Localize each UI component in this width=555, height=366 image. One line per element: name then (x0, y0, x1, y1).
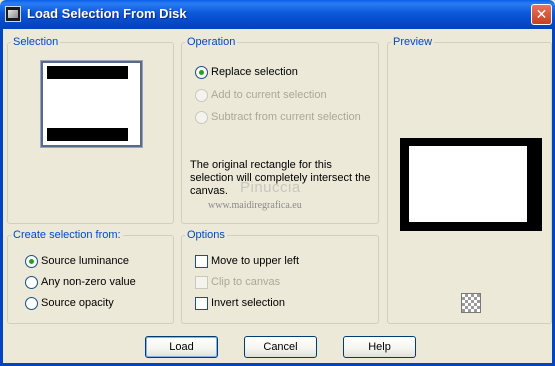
clip-to-canvas-checkbox[interactable] (195, 276, 208, 289)
source-luminance-label[interactable]: Source luminance (41, 255, 129, 268)
options-legend: Options (187, 229, 225, 241)
operation-legend: Operation (187, 36, 236, 48)
subtract-selection-radio[interactable] (195, 111, 208, 124)
selection-legend: Selection (13, 36, 59, 48)
replace-selection-radio[interactable] (195, 66, 208, 79)
any-non-zero-label[interactable]: Any non-zero value (41, 276, 136, 289)
preview-canvas (400, 138, 542, 231)
watermark-name: Pinuccia (240, 179, 301, 196)
cancel-button[interactable]: Cancel (244, 336, 317, 358)
preview-legend: Preview (393, 36, 433, 48)
clip-to-canvas-label[interactable]: Clip to canvas (211, 276, 280, 289)
invert-selection-label[interactable]: Invert selection (211, 297, 285, 310)
close-button[interactable]: ✕ (531, 4, 552, 25)
source-opacity-radio[interactable] (25, 297, 38, 310)
invert-selection-checkbox[interactable] (195, 297, 208, 310)
selection-bar-top (47, 66, 128, 79)
checkerboard-icon[interactable] (461, 293, 481, 313)
replace-selection-label[interactable]: Replace selection (211, 66, 298, 79)
load-button[interactable]: Load (145, 336, 218, 358)
help-button[interactable]: Help (343, 336, 416, 358)
move-to-upper-left-label[interactable]: Move to upper left (211, 255, 299, 268)
create-selection-legend: Create selection from: (13, 229, 121, 241)
source-opacity-label[interactable]: Source opacity (41, 297, 114, 310)
source-luminance-radio[interactable] (25, 255, 38, 268)
move-to-upper-left-checkbox[interactable] (195, 255, 208, 268)
window-title: Load Selection From Disk (27, 6, 187, 21)
preview-selection-area (409, 146, 527, 222)
window-border-left (0, 29, 3, 366)
close-icon: ✕ (535, 6, 548, 22)
subtract-selection-label[interactable]: Subtract from current selection (211, 111, 361, 124)
app-icon[interactable] (5, 6, 21, 22)
any-non-zero-radio[interactable] (25, 276, 38, 289)
add-to-selection-label[interactable]: Add to current selection (211, 89, 327, 102)
add-to-selection-radio[interactable] (195, 89, 208, 102)
watermark-url: www.maidiregrafica.eu (208, 200, 302, 211)
selection-thumbnail (40, 60, 143, 148)
title-bar[interactable]: Load Selection From Disk ✕ (0, 0, 555, 29)
selection-bar-bottom (47, 128, 128, 141)
